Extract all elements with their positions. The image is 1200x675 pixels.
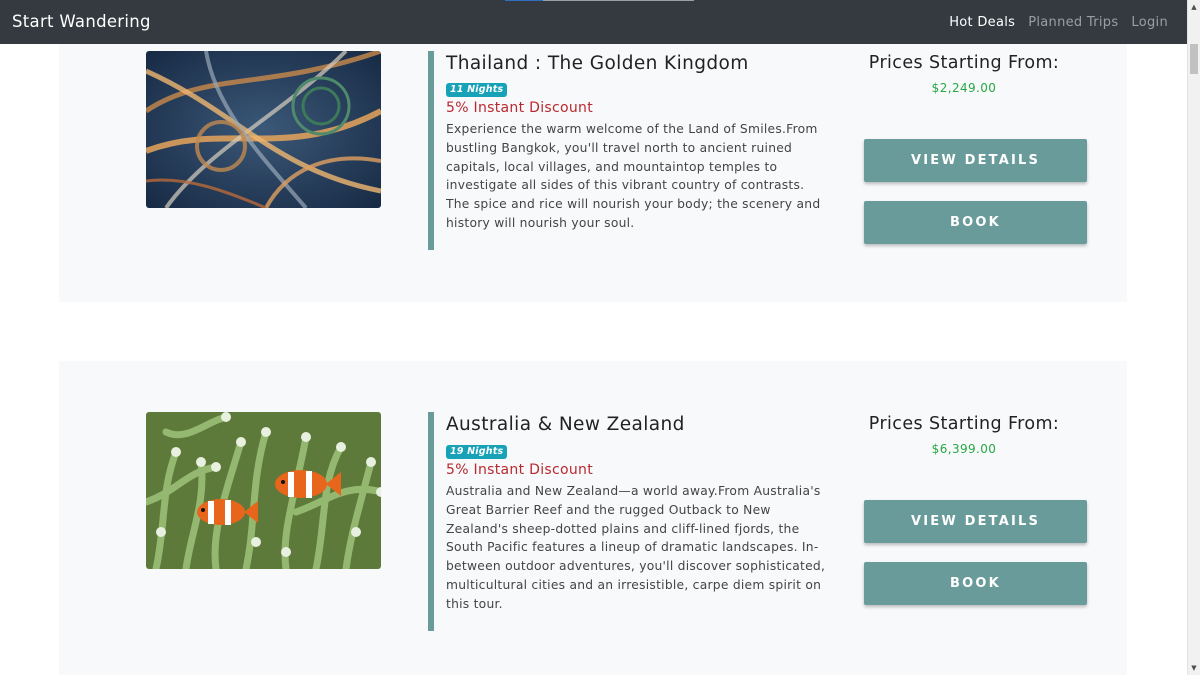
view-details-button[interactable]: VIEW DETAILS [864,500,1087,543]
highway-interchange-image [146,51,381,208]
trip-card: Thailand : The Golden Kingdom 11 Nights … [59,44,1127,302]
trip-title: Australia & New Zealand [446,414,685,435]
scroll-progress-bar [505,0,694,1]
nav-links: Hot Deals Planned Trips Login [949,15,1168,30]
trip-card: Australia & New Zealand 19 Nights 5% Ins… [59,361,1127,675]
clownfish-anemone-image [146,412,381,569]
discount-text: 5% Instant Discount [446,100,593,116]
book-button[interactable]: BOOK [864,562,1087,605]
scroll-progress-fill [505,0,543,1]
scroll-down-arrow-icon[interactable]: ▼ [1188,661,1200,675]
price-value: $2,249.00 [931,81,997,95]
view-details-button[interactable]: VIEW DETAILS [864,139,1087,182]
page-scrollbar[interactable]: ▲ ▼ [1187,0,1200,675]
nav-link-planned-trips[interactable]: Planned Trips [1028,15,1118,30]
accent-divider [428,51,434,250]
trip-description: Experience the warm welcome of the Land … [446,122,821,230]
accent-divider [428,412,434,631]
trip-image-highway-interchange[interactable] [146,51,381,208]
discount-text: 5% Instant Discount [446,462,593,478]
price-label: Prices Starting From: [868,414,1060,434]
nights-badge: 11 Nights [446,83,508,97]
nights-badge: 19 Nights [446,445,508,459]
book-button[interactable]: BOOK [864,201,1087,244]
price-label: Prices Starting From: [868,53,1060,73]
brand-logo[interactable]: Start Wandering [12,12,151,31]
navbar: Start Wandering Hot Deals Planned Trips … [0,0,1187,44]
nav-link-login[interactable]: Login [1131,15,1168,30]
trip-description: Australia and New Zealand—a world away.F… [446,484,826,611]
trip-image-clownfish[interactable] [146,412,381,569]
price-value: $6,399.00 [931,442,997,456]
scrollbar-thumb[interactable] [1190,44,1198,74]
scroll-up-arrow-icon[interactable]: ▲ [1188,0,1200,14]
nav-link-hot-deals[interactable]: Hot Deals [949,15,1015,30]
trip-title: Thailand : The Golden Kingdom [446,53,749,74]
